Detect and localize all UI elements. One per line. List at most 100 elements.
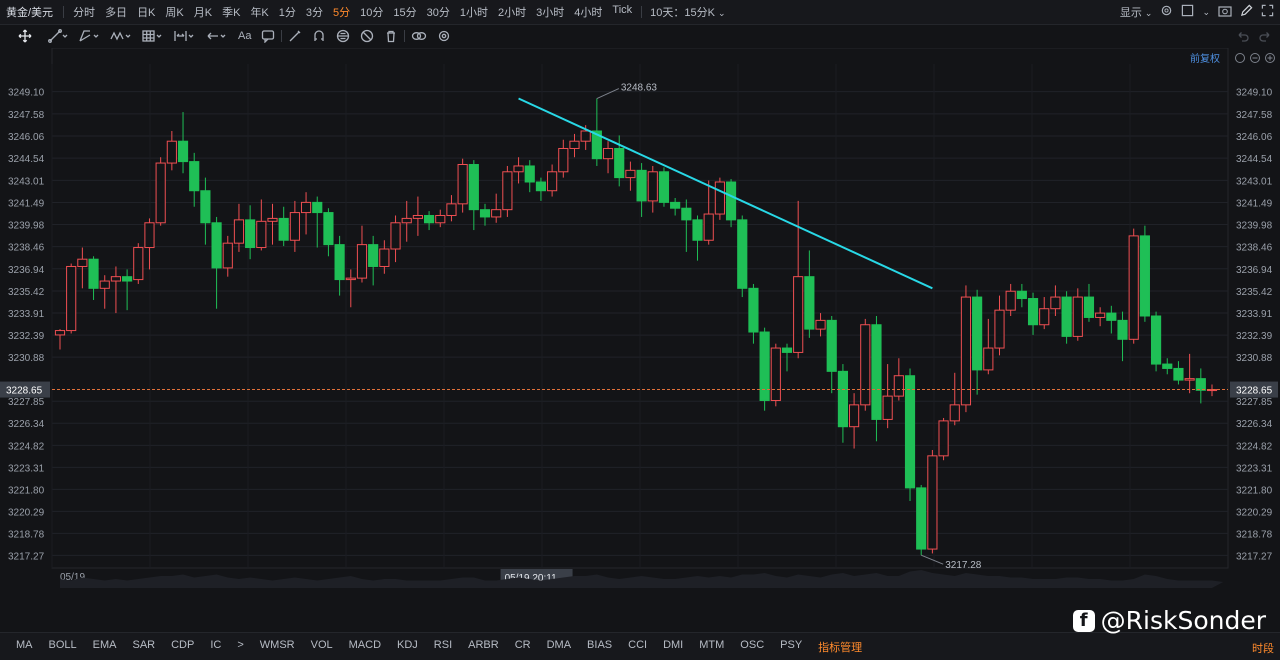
candle-up [356,244,368,279]
indicator-7[interactable]: VOL [303,639,341,655]
candle-down [725,181,737,221]
y-tick-label-right: 3238.46 [1236,243,1273,254]
candle-down [916,487,927,550]
symbol-selector[interactable]: 黄金/美元 [0,4,59,20]
period-17[interactable]: Tick [607,4,637,20]
wave-tool-icon[interactable] [106,27,136,45]
indicator-5[interactable]: IC [202,639,229,655]
pencil-icon[interactable] [1240,4,1253,20]
arrow-tool-icon[interactable] [202,27,232,45]
display-menu[interactable]: 显示 ⌄ [1120,4,1153,20]
candle-up [267,217,278,222]
indicator-3[interactable]: SAR [124,639,163,655]
indicator-18[interactable]: OSC [732,639,772,655]
indicator-10[interactable]: RSI [426,639,460,655]
layout-icon[interactable] [1181,4,1194,20]
indicator-6[interactable]: WMSR [252,639,303,655]
indicator-16[interactable]: DMI [655,639,691,655]
gear-icon[interactable] [1160,4,1173,20]
current-price-label-left: 3228.65 [6,386,43,397]
camera-icon[interactable] [1218,4,1232,20]
range-select[interactable]: 10天：15分K ⌄ [646,4,729,20]
indicator-manager-button[interactable]: 指标管理 [810,639,870,655]
indicator-19[interactable]: PSY [772,639,810,655]
chevron-down-icon[interactable]: ⌄ [1202,7,1210,18]
period-4[interactable]: 月K [189,4,217,20]
period-3[interactable]: 周K [160,4,188,20]
indicator-17[interactable]: MTM [691,639,732,655]
period-12[interactable]: 30分 [422,4,455,20]
channel-tool-icon[interactable] [74,27,104,45]
candle-up [379,248,390,267]
divider [281,30,283,42]
candle-up [714,181,725,215]
chart-area[interactable]: 3249.10 3249.10 3247.58 3247.58 3246.06 3246.… [0,47,1280,588]
undo-icon[interactable] [1232,27,1254,45]
grid-tool-icon[interactable] [138,27,168,45]
period-11[interactable]: 15分 [388,4,421,20]
candle-up [849,404,860,428]
session-tab[interactable]: 时段 [1252,640,1274,656]
candle-down [1173,367,1184,381]
text-tool[interactable]: Aa [234,27,255,45]
period-15[interactable]: 3小时 [531,4,569,20]
drawing-settings-icon[interactable] [433,27,455,45]
trash-icon[interactable] [380,27,402,45]
period-6[interactable]: 年K [245,4,273,20]
indicator-8[interactable]: MACD [341,639,389,655]
indicator-0[interactable]: MA [8,639,41,655]
period-10[interactable]: 10分 [355,4,388,20]
watermark: f @RiskSonder [1072,606,1266,635]
y-tick-label-left: 3218.78 [8,529,45,540]
expand-icon[interactable] [1261,4,1274,20]
chevron-right-icon[interactable]: > [229,639,251,655]
indicator-4[interactable]: CDP [163,639,202,655]
candle-up [345,277,356,281]
period-1[interactable]: 多日 [100,4,132,20]
candle-up [1005,290,1016,311]
indicator-11[interactable]: ARBR [460,639,507,655]
indicator-14[interactable]: BIAS [579,639,620,655]
y-tick-label-right: 3239.98 [1236,221,1273,232]
y-tick-label-right: 3224.82 [1236,441,1273,452]
candle-up [233,219,245,244]
y-tick-label-left: 3249.10 [8,88,45,99]
lock-drawing-icon[interactable] [332,27,354,45]
measure-tool-icon[interactable] [170,27,200,45]
magnet-icon[interactable] [308,27,330,45]
candle-up [401,217,412,224]
period-14[interactable]: 2小时 [493,4,531,20]
indicator-1[interactable]: BOLL [41,639,85,655]
trendline-tool-icon[interactable] [44,27,72,45]
hide-drawing-icon[interactable] [356,27,378,45]
candle-up [457,164,468,205]
period-5[interactable]: 季K [217,4,245,20]
period-2[interactable]: 日K [132,4,160,20]
indicator-15[interactable]: CCI [620,639,655,655]
candle-down [424,214,435,224]
brush-tool-icon[interactable] [284,27,306,45]
link-icon[interactable] [407,27,431,45]
indicator-13[interactable]: DMA [539,639,579,655]
note-tool-icon[interactable] [257,27,279,45]
indicator-12[interactable]: CR [507,639,539,655]
period-7[interactable]: 1分 [274,4,301,20]
indicator-2[interactable]: EMA [85,639,125,655]
redo-icon[interactable] [1254,27,1276,45]
candle-up [133,247,144,281]
candle-up [166,140,177,164]
candle-down [211,222,222,269]
move-icon[interactable] [14,27,36,45]
y-tick-label-right: 3220.29 [1236,507,1273,518]
period-9[interactable]: 5分 [328,4,355,20]
candle-down [334,244,345,281]
period-16[interactable]: 4小时 [569,4,607,20]
period-13[interactable]: 1小时 [455,4,493,20]
candle-up [513,165,524,173]
candlestick-chart[interactable]: 3249.10 3249.10 3247.58 3247.58 3246.06 3246.… [0,47,1280,588]
candle-up [860,324,871,406]
indicator-9[interactable]: KDJ [389,639,426,655]
period-0[interactable]: 分时 [68,4,100,20]
candle-down [737,219,748,289]
period-8[interactable]: 3分 [301,4,328,20]
